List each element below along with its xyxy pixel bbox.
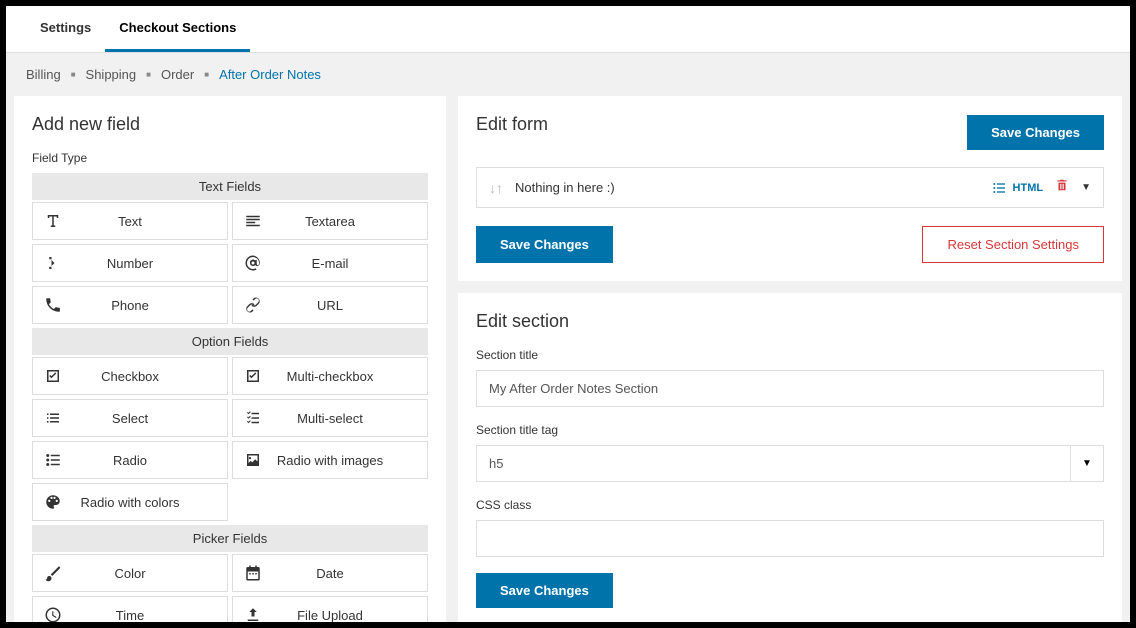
field-url-button[interactable]: URL [232, 286, 428, 324]
main-tabs: Settings Checkout Sections [6, 6, 1130, 53]
separator-icon: ■ [204, 70, 209, 79]
image-icon [233, 451, 273, 469]
save-changes-top-button[interactable]: Save Changes [967, 115, 1104, 150]
checkbox-icon [33, 367, 73, 385]
upload-icon [233, 606, 273, 622]
save-section-button[interactable]: Save Changes [476, 573, 613, 608]
drag-handle-icon[interactable]: ↓↑ [489, 180, 503, 196]
field-type-label: Field Type [32, 151, 428, 165]
add-field-heading: Add new field [32, 114, 428, 135]
field-checkbox-button[interactable]: Checkbox [32, 357, 228, 395]
field-label: Radio [73, 453, 227, 468]
subnav-after-order-notes[interactable]: After Order Notes [219, 67, 321, 82]
field-select-button[interactable]: Select [32, 399, 228, 437]
field-label: Textarea [273, 214, 427, 229]
subnav-order[interactable]: Order [161, 67, 194, 82]
item-type-chip: HTML [991, 180, 1044, 196]
form-item-row[interactable]: ↓↑ Nothing in here :) HTML ▼ [476, 167, 1104, 208]
subnav-shipping[interactable]: Shipping [86, 67, 137, 82]
text-icon [33, 212, 73, 230]
tab-settings[interactable]: Settings [26, 6, 105, 52]
group-text-fields: Text Fields [32, 173, 428, 200]
number-icon [33, 254, 73, 272]
field-label: Radio with images [273, 453, 427, 468]
field-multiselect-button[interactable]: Multi-select [232, 399, 428, 437]
email-icon [233, 254, 273, 272]
save-changes-button[interactable]: Save Changes [476, 226, 613, 263]
field-label: Text [73, 214, 227, 229]
select-icon [33, 409, 73, 427]
field-date-button[interactable]: Date [232, 554, 428, 592]
field-label: Radio with colors [73, 495, 227, 510]
field-radioimages-button[interactable]: Radio with images [232, 441, 428, 479]
expand-item-button[interactable]: ▼ [1081, 182, 1091, 193]
field-label: Phone [73, 298, 227, 313]
edit-section-panel: Edit section Section title Section title… [458, 293, 1122, 622]
css-class-label: CSS class [476, 498, 1104, 512]
phone-icon [33, 296, 73, 314]
field-radio-button[interactable]: Radio [32, 441, 228, 479]
brush-icon [33, 564, 73, 582]
field-label: Date [273, 566, 427, 581]
separator-icon: ■ [146, 70, 151, 79]
section-title-label: Section title [476, 348, 1104, 362]
item-type-label: HTML [1013, 182, 1044, 194]
group-option-fields: Option Fields [32, 328, 428, 355]
delete-item-button[interactable] [1055, 178, 1069, 197]
field-email-button[interactable]: E-mail [232, 244, 428, 282]
field-text-button[interactable]: Text [32, 202, 228, 240]
edit-form-heading: Edit form [476, 114, 548, 135]
field-label: Multi-checkbox [273, 369, 427, 384]
field-label: URL [273, 298, 427, 313]
radio-icon [33, 451, 73, 469]
palette-icon [33, 493, 73, 511]
section-tag-select[interactable] [476, 445, 1070, 482]
field-number-button[interactable]: Number [32, 244, 228, 282]
field-label: Multi-select [273, 411, 427, 426]
field-fileupload-button[interactable]: File Upload [232, 596, 428, 622]
clock-icon [33, 606, 73, 622]
edit-section-heading: Edit section [476, 311, 1104, 332]
field-color-button[interactable]: Color [32, 554, 228, 592]
section-title-input[interactable] [476, 370, 1104, 407]
subnav-billing[interactable]: Billing [26, 67, 61, 82]
field-textarea-button[interactable]: Textarea [232, 202, 428, 240]
list-icon [991, 180, 1007, 196]
field-label: E-mail [273, 256, 427, 271]
css-class-input[interactable] [476, 520, 1104, 557]
field-label: Checkbox [73, 369, 227, 384]
add-field-panel: Add new field Field Type Text Fields Tex… [14, 96, 446, 622]
edit-form-panel: Edit form Save Changes ↓↑ Nothing in her… [458, 96, 1122, 281]
field-label: Time [73, 608, 227, 623]
section-tag-label: Section title tag [476, 423, 1104, 437]
field-label: Select [73, 411, 227, 426]
field-time-button[interactable]: Time [32, 596, 228, 622]
section-subnav: Billing ■ Shipping ■ Order ■ After Order… [6, 53, 1130, 96]
trash-icon [1055, 178, 1069, 192]
chevron-down-icon[interactable]: ▼ [1070, 445, 1104, 482]
group-picker-fields: Picker Fields [32, 525, 428, 552]
field-label: File Upload [273, 608, 427, 623]
form-item-title: Nothing in here :) [515, 180, 979, 195]
separator-icon: ■ [71, 70, 76, 79]
field-multicheckbox-button[interactable]: Multi-checkbox [232, 357, 428, 395]
field-phone-button[interactable]: Phone [32, 286, 228, 324]
textarea-icon [233, 212, 273, 230]
field-label: Number [73, 256, 227, 271]
calendar-icon [233, 564, 273, 582]
app-frame: Settings Checkout Sections Billing ■ Shi… [6, 6, 1130, 622]
url-icon [233, 296, 273, 314]
reset-section-button[interactable]: Reset Section Settings [922, 226, 1104, 263]
multiselect-icon [233, 409, 273, 427]
field-radiocolors-button[interactable]: Radio with colors [32, 483, 228, 521]
field-label: Color [73, 566, 227, 581]
tab-checkout-sections[interactable]: Checkout Sections [105, 6, 250, 52]
multicheckbox-icon [233, 367, 273, 385]
